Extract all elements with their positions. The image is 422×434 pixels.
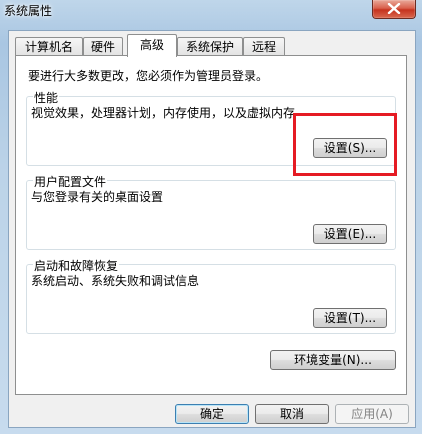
tab-hardware[interactable]: 硬件 bbox=[83, 37, 123, 55]
performance-description: 视觉效果，处理器计划，内存使用，以及虚拟内存 bbox=[31, 106, 296, 120]
dialog-client-area: 计算机名 硬件 高级 系统保护 远程 要进行大多数更改，您必须作为管理员登录。 … bbox=[8, 30, 416, 428]
highlight-annotation-box bbox=[293, 113, 397, 176]
startup-recovery-settings-button[interactable]: 设置(T)... bbox=[313, 308, 387, 328]
close-icon bbox=[387, 3, 401, 14]
apply-button[interactable]: 应用(A) bbox=[335, 404, 409, 424]
user-profiles-settings-button[interactable]: 设置(E)... bbox=[313, 224, 387, 244]
tab-system-protection[interactable]: 系统保护 bbox=[177, 37, 243, 55]
startup-recovery-group: 启动和故障恢复 系统启动、系统失败和调试信息 设置(T)... bbox=[26, 257, 396, 334]
close-button[interactable] bbox=[372, 0, 416, 19]
window-title: 系统属性 bbox=[4, 4, 53, 18]
tab-advanced[interactable]: 高级 bbox=[127, 34, 177, 57]
admin-notice: 要进行大多数更改，您必须作为管理员登录。 bbox=[28, 69, 269, 83]
user-profiles-group: 用户配置文件 与您登录有关的桌面设置 设置(E)... bbox=[26, 173, 396, 250]
startup-recovery-description: 系统启动、系统失败和调试信息 bbox=[31, 274, 200, 288]
advanced-tab-panel: 要进行大多数更改，您必须作为管理员登录。 性能 视觉效果，处理器计划，内存使用，… bbox=[15, 55, 407, 395]
tab-remote[interactable]: 远程 bbox=[243, 37, 285, 55]
ok-button[interactable]: 确定 bbox=[175, 404, 249, 424]
environment-variables-button[interactable]: 环境变量(N)... bbox=[270, 350, 396, 370]
system-properties-window: 系统属性 计算机名 硬件 高级 系统保护 远程 要进行大多数更改，您必须作为管理… bbox=[0, 0, 422, 434]
tab-computer-name[interactable]: 计算机名 bbox=[15, 37, 83, 55]
cancel-button[interactable]: 取消 bbox=[255, 404, 329, 424]
user-profiles-description: 与您登录有关的桌面设置 bbox=[31, 190, 164, 204]
title-bar[interactable]: 系统属性 bbox=[0, 0, 422, 20]
